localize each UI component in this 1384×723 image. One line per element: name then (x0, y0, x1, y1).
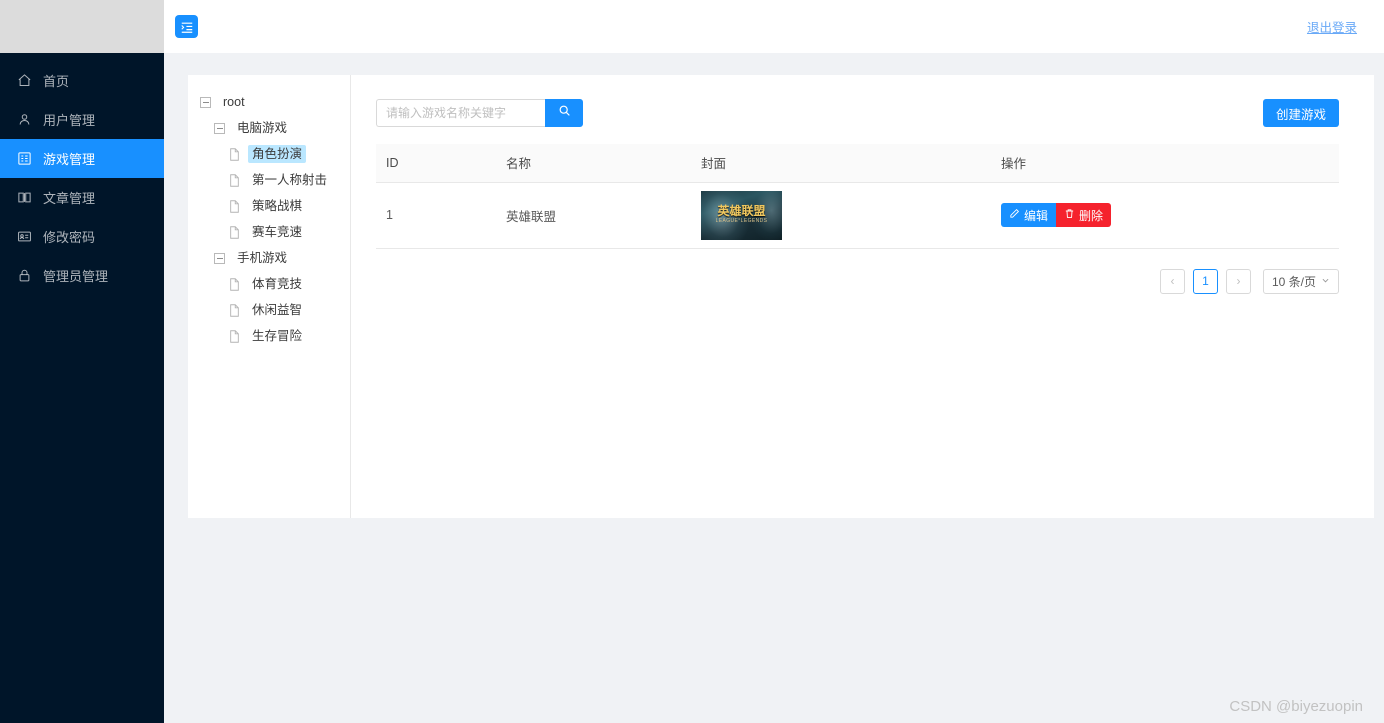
file-icon (229, 278, 240, 291)
pagination-prev-button[interactable]: ‹ (1160, 269, 1185, 294)
sidebar-item-label: 首页 (43, 71, 69, 90)
trash-icon (1064, 208, 1075, 222)
menu-top-spacer (0, 53, 164, 61)
edit-button-label: 编辑 (1024, 207, 1048, 224)
search-input[interactable] (376, 99, 545, 127)
pagination: ‹ 1 › 10 条/页 (376, 269, 1339, 294)
tree-node-label: 角色扮演 (248, 145, 306, 164)
pagination-next-button[interactable]: › (1226, 269, 1251, 294)
tree-node-label: 手机游戏 (233, 249, 291, 268)
tree-node-label: root (219, 93, 249, 112)
sidebar-item-home[interactable]: 首页 (0, 61, 164, 100)
user-icon (16, 111, 33, 128)
sidebar-item-label: 修改密码 (43, 227, 95, 246)
sidebar-item-game-management[interactable]: 游戏管理 (0, 139, 164, 178)
tree-node-casual-puzzle[interactable]: 休闲益智 (194, 297, 350, 323)
cell-actions: 编辑 删除 (991, 182, 1339, 248)
tree-node-label: 体育竞技 (248, 275, 306, 294)
chevron-down-icon (1321, 274, 1330, 288)
row-action-group: 编辑 删除 (1001, 203, 1329, 227)
tree-node-label: 第一人称射击 (248, 171, 331, 190)
tree-node-label: 休闲益智 (248, 301, 306, 320)
cell-cover: 英雄联盟 LEAGUE°LEGENDS (691, 182, 991, 248)
tree-node-strategy[interactable]: 策略战棋 (194, 193, 350, 219)
table-icon (16, 150, 33, 167)
table-header-row: ID 名称 封面 操作 (376, 144, 1339, 182)
games-table: ID 名称 封面 操作 1 英雄联盟 英雄联盟 (376, 144, 1339, 249)
column-header-id: ID (376, 144, 496, 182)
file-icon (229, 304, 240, 317)
sidebar-item-article-management[interactable]: 文章管理 (0, 178, 164, 217)
main-area: root 电脑游戏 角色扮演 (164, 53, 1384, 723)
search-button[interactable] (545, 99, 583, 127)
logout-link[interactable]: 退出登录 (1307, 21, 1357, 35)
sidebar-item-admin-management[interactable]: 管理员管理 (0, 256, 164, 295)
tree-node-racing[interactable]: 赛车竞速 (194, 219, 350, 245)
sidebar-item-label: 游戏管理 (43, 149, 95, 168)
tree-node-label: 生存冒险 (248, 327, 306, 346)
menu-fold-icon[interactable] (175, 15, 198, 38)
sidebar-menu: 首页 用户管理 游戏管理 (0, 61, 164, 295)
sidebar: 首页 用户管理 游戏管理 (0, 0, 164, 723)
file-icon (229, 330, 240, 343)
lock-icon (16, 267, 33, 284)
top-header: 退出登录 (164, 0, 1384, 53)
column-header-cover: 封面 (691, 144, 991, 182)
app-root: 首页 用户管理 游戏管理 (0, 0, 1384, 723)
tree-node-label: 策略战棋 (248, 197, 306, 216)
content-card: root 电脑游戏 角色扮演 (188, 75, 1374, 518)
sidebar-item-label: 文章管理 (43, 188, 95, 207)
sidebar-item-user-management[interactable]: 用户管理 (0, 100, 164, 139)
table-head: ID 名称 封面 操作 (376, 144, 1339, 182)
create-game-button[interactable]: 创建游戏 (1263, 99, 1339, 127)
tree-node-fps[interactable]: 第一人称射击 (194, 167, 350, 193)
tree-node-roleplay[interactable]: 角色扮演 (194, 141, 350, 167)
file-icon (229, 200, 240, 213)
file-icon (229, 226, 240, 239)
edit-button[interactable]: 编辑 (1001, 203, 1056, 227)
page-size-select[interactable]: 10 条/页 (1263, 269, 1339, 294)
logo-placeholder (0, 0, 164, 53)
pencil-icon (1009, 208, 1020, 222)
header-actions: 退出登录 (1307, 17, 1357, 37)
sidebar-item-change-password[interactable]: 修改密码 (0, 217, 164, 256)
file-icon (229, 174, 240, 187)
file-icon (229, 148, 240, 161)
sidebar-item-label: 管理员管理 (43, 266, 108, 285)
game-list-panel: 创建游戏 ID 名称 封面 操作 1 英雄联盟 (351, 75, 1374, 518)
pagination-page-1[interactable]: 1 (1193, 269, 1218, 294)
tree-node-pc-games[interactable]: 电脑游戏 (194, 115, 350, 141)
cover-subtitle-text: LEAGUE°LEGENDS (701, 219, 782, 224)
collapse-square-icon[interactable] (200, 97, 211, 108)
tree-node-root[interactable]: root (194, 89, 350, 115)
delete-button[interactable]: 删除 (1056, 203, 1111, 227)
delete-button-label: 删除 (1079, 207, 1103, 224)
watermark: CSDN @biyezuopin (1229, 698, 1363, 715)
game-cover-image: 英雄联盟 LEAGUE°LEGENDS (701, 191, 782, 240)
tree-node-survival-adventure[interactable]: 生存冒险 (194, 323, 350, 349)
toolbar: 创建游戏 (376, 99, 1339, 127)
cover-title-text: 英雄联盟 (701, 205, 782, 217)
page-size-label: 10 条/页 (1272, 273, 1316, 290)
home-icon (16, 72, 33, 89)
cell-id: 1 (376, 182, 496, 248)
search-group (376, 99, 583, 127)
column-header-name: 名称 (496, 144, 691, 182)
tree-node-mobile-games[interactable]: 手机游戏 (194, 245, 350, 271)
id-card-icon (16, 228, 33, 245)
table-body: 1 英雄联盟 英雄联盟 LEAGUE°LEGENDS (376, 182, 1339, 248)
category-tree: root 电脑游戏 角色扮演 (188, 75, 351, 518)
column-header-actions: 操作 (991, 144, 1339, 182)
tree-node-label: 赛车竞速 (248, 223, 306, 242)
search-icon (558, 104, 571, 122)
tree-node-sports[interactable]: 体育竞技 (194, 271, 350, 297)
table-row[interactable]: 1 英雄联盟 英雄联盟 LEAGUE°LEGENDS (376, 182, 1339, 248)
cell-name: 英雄联盟 (496, 182, 691, 248)
sidebar-item-label: 用户管理 (43, 110, 95, 129)
collapse-square-icon[interactable] (214, 253, 225, 264)
book-icon (16, 189, 33, 206)
collapse-square-icon[interactable] (214, 123, 225, 134)
tree-node-label: 电脑游戏 (233, 119, 291, 138)
